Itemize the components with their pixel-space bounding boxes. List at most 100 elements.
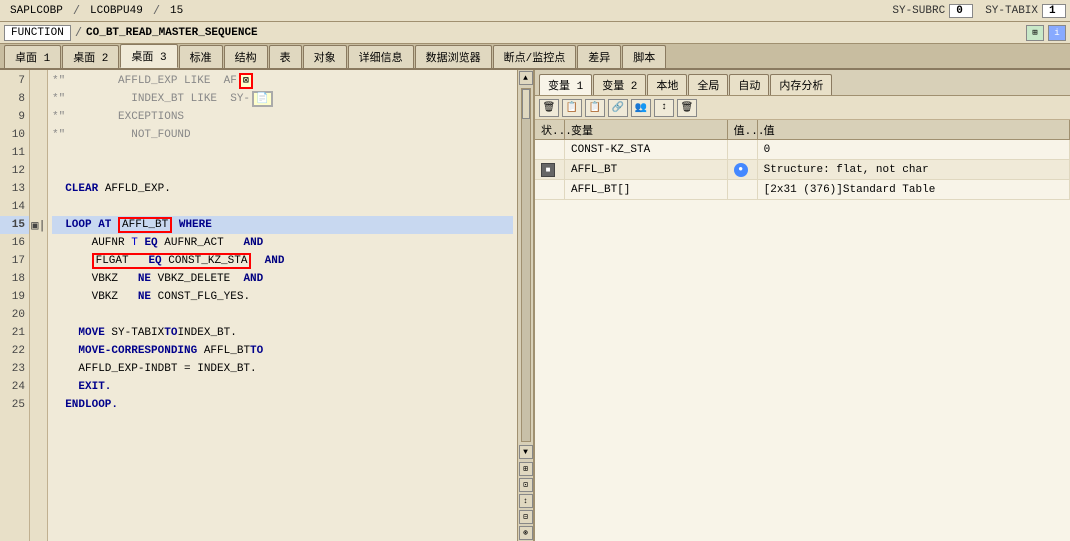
- sy-tabix-label: SY-TABIX: [985, 5, 1038, 17]
- people-btn[interactable]: 👥: [631, 99, 651, 117]
- tool-btn-3[interactable]: ↕: [519, 494, 533, 508]
- code-scrollbar: ▲ ▼ ⊞ ⊡ ↕ ⊟ ⊛: [517, 70, 533, 541]
- trash-btn[interactable]: 🗑: [539, 99, 559, 117]
- variable-panel: 变量 1 变量 2 本地 全局 自动 内存分析 🗑 📋 📋 🔗 👥 ↕ 🗑 状.…: [535, 70, 1070, 541]
- tab-diff[interactable]: 差异: [577, 45, 621, 68]
- line-num-12: 12: [0, 162, 29, 180]
- sep2: /: [153, 4, 160, 18]
- line-num-9: 9: [0, 108, 29, 126]
- var-row-1-status: [535, 140, 565, 159]
- col-val-short: 值...: [728, 120, 758, 139]
- code-content[interactable]: *" AFFLD_EXP LIKE AF ⊠ *" INDEX_BT LIKE …: [48, 70, 517, 541]
- fold-7: [30, 72, 47, 90]
- fold-10: [30, 126, 47, 144]
- tool-btn-5[interactable]: ⊛: [519, 526, 533, 540]
- program-name: SAPLCOBP: [4, 5, 69, 17]
- code-line-7: *" AFFLD_EXP LIKE AF ⊠: [52, 72, 513, 90]
- fold-17: [30, 252, 47, 270]
- tab-structure[interactable]: 结构: [224, 45, 268, 68]
- code-line-13: CLEAR AFFLD_EXP.: [52, 180, 513, 198]
- line-num-24: 24: [0, 378, 29, 396]
- tab-script[interactable]: 脚本: [622, 45, 666, 68]
- copy-btn-1[interactable]: 📋: [562, 99, 582, 117]
- tab-object[interactable]: 对象: [303, 45, 347, 68]
- fold-13: [30, 180, 47, 198]
- var-tab-local[interactable]: 本地: [647, 74, 687, 95]
- scroll-track[interactable]: [521, 88, 531, 442]
- fold-22: [30, 342, 47, 360]
- line-num-10: 10: [0, 126, 29, 144]
- table-icon[interactable]: ⊞: [1026, 25, 1044, 41]
- var-row-2-value: Structure: flat, not char: [758, 160, 1070, 179]
- var-row-2[interactable]: ■ AFFL_BT ● Structure: flat, not char: [535, 160, 1070, 180]
- link-btn[interactable]: 🔗: [608, 99, 628, 117]
- struct-icon: ■: [541, 163, 555, 177]
- line-number: 15: [164, 5, 189, 17]
- line-num-25: 25: [0, 396, 29, 414]
- copy-btn-2[interactable]: 📋: [585, 99, 605, 117]
- code-line-15: LOOP AT AFFL_BT WHERE: [52, 216, 513, 234]
- col-value: 值: [758, 120, 1070, 139]
- line-num-20: 20: [0, 306, 29, 324]
- var-row-3-name: AFFL_BT[]: [565, 180, 728, 199]
- fold-24: [30, 378, 47, 396]
- tab-breakpoint[interactable]: 断点/监控点: [493, 45, 577, 68]
- tab-data-browser[interactable]: 数据浏览器: [415, 45, 492, 68]
- function-label: FUNCTION: [4, 25, 71, 41]
- code-line-14: [52, 198, 513, 216]
- line-num-16: 16: [0, 234, 29, 252]
- code-line-12: [52, 162, 513, 180]
- var-row-2-name: AFFL_BT: [565, 160, 728, 179]
- sy-tabix-value: 1: [1042, 4, 1066, 18]
- var-row-2-status: ■: [535, 160, 565, 179]
- sep1: /: [73, 4, 80, 18]
- var-tab-2[interactable]: 变量 2: [593, 74, 646, 95]
- fold-23: [30, 360, 47, 378]
- tab-detail[interactable]: 详细信息: [348, 45, 414, 68]
- line-num-21: 21: [0, 324, 29, 342]
- line-num-22: 22: [0, 342, 29, 360]
- variable-toolbar: 🗑 📋 📋 🔗 👥 ↕ 🗑: [535, 96, 1070, 120]
- scroll-thumb[interactable]: [522, 89, 530, 119]
- include-name: LCOBPU49: [84, 5, 149, 17]
- code-line-16: AUFNR T EQ AUFNR_ACT AND: [52, 234, 513, 252]
- blue-circle-icon: ●: [734, 163, 748, 177]
- line-num-17: 17: [0, 252, 29, 270]
- info-icon[interactable]: i: [1048, 25, 1066, 41]
- var-tab-auto[interactable]: 自动: [729, 74, 769, 95]
- var-row-3-value: [2x31 (376)]Standard Table: [758, 180, 1070, 199]
- tool-btn-1[interactable]: ⊞: [519, 462, 533, 476]
- tab-table[interactable]: 表: [269, 45, 302, 68]
- top-toolbar: SAPLCOBP / LCOBPU49 / 15 SY-SUBRC 0 SY-T…: [0, 0, 1070, 22]
- code-line-23: AFFLD_EXP-INDBT = INDEX_BT.: [52, 360, 513, 378]
- line-num-14: 14: [0, 198, 29, 216]
- var-row-1-name: CONST-KZ_STA: [565, 140, 728, 159]
- tool-btn-2[interactable]: ⊡: [519, 478, 533, 492]
- var-row-1-val-short: [728, 140, 758, 159]
- tab-standard[interactable]: 标准: [179, 45, 223, 68]
- tool-btn-4[interactable]: ⊟: [519, 510, 533, 524]
- scroll-up-btn[interactable]: ▲: [519, 71, 533, 85]
- var-tab-memory[interactable]: 内存分析: [770, 74, 832, 95]
- line-num-18: 18: [0, 270, 29, 288]
- fold-14: [30, 198, 47, 216]
- arrow-btn[interactable]: ↕: [654, 99, 674, 117]
- scroll-down-btn[interactable]: ▼: [519, 445, 533, 459]
- sy-subrc-value: 0: [949, 4, 973, 18]
- tab-desktop3[interactable]: 桌面 3: [120, 44, 177, 68]
- var-row-2-val-short: ●: [728, 160, 758, 179]
- tab-desktop2[interactable]: 桌面 2: [62, 45, 119, 68]
- col-status: 状...: [535, 120, 565, 139]
- var-row-1-value: 0: [758, 140, 1070, 159]
- trash-btn-2[interactable]: 🗑: [677, 99, 697, 117]
- var-row-3[interactable]: AFFL_BT[] [2x31 (376)]Standard Table: [535, 180, 1070, 200]
- var-tab-global[interactable]: 全局: [688, 74, 728, 95]
- main-tab-bar: 卓面 1 桌面 2 桌面 3 标准 结构 表 对象 详细信息 数据浏览器 断点/…: [0, 44, 1070, 70]
- var-tab-1[interactable]: 变量 1: [539, 74, 592, 95]
- fold-15[interactable]: ▣|: [30, 216, 47, 234]
- line-num-23: 23: [0, 360, 29, 378]
- var-row-1[interactable]: CONST-KZ_STA 0: [535, 140, 1070, 160]
- code-line-25: ENDLOOP.: [52, 396, 513, 414]
- tab-desktop1[interactable]: 卓面 1: [4, 45, 61, 68]
- fold-19: [30, 288, 47, 306]
